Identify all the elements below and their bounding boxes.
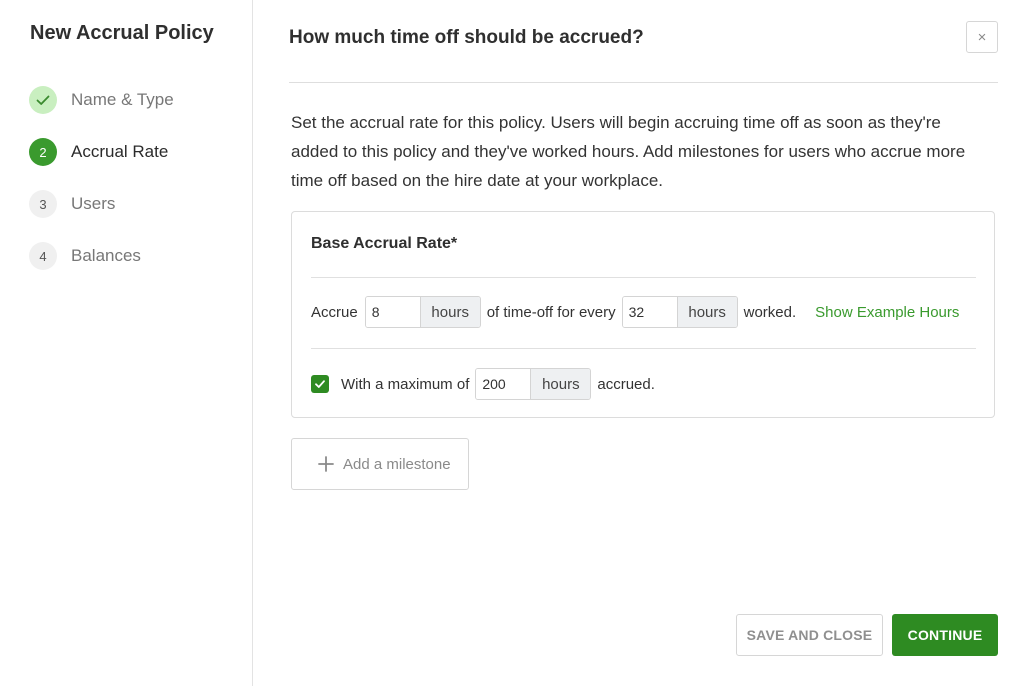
sidebar-title: New Accrual Policy	[30, 22, 214, 44]
step-number: 2	[29, 138, 57, 166]
step-label: Balances	[71, 246, 141, 265]
divider	[289, 82, 998, 83]
step-label: Users	[71, 194, 116, 213]
accrue-amount-unit: hours	[419, 297, 480, 327]
add-milestone-button[interactable]: Add a milestone	[291, 438, 469, 490]
continue-button[interactable]: CONTINUE	[892, 614, 998, 656]
divider	[311, 348, 976, 349]
plus-icon	[318, 456, 334, 472]
page-title: How much time off should be accrued?	[289, 27, 644, 48]
show-example-hours-link[interactable]: Show Example Hours	[815, 304, 959, 321]
checkmark-icon	[315, 380, 325, 388]
step-label: Name & Type	[71, 90, 174, 109]
step-label: Accrual Rate	[71, 142, 169, 161]
step-users[interactable]: 3 Users	[29, 190, 115, 218]
step-accrual-rate[interactable]: 2 Accrual Rate	[29, 138, 168, 166]
step-number: 4	[29, 242, 57, 270]
maximum-unit: hours	[530, 369, 591, 399]
close-button[interactable]: ×	[966, 21, 998, 53]
accrue-amount-group: hours	[364, 296, 481, 328]
worked-label: worked.	[743, 303, 797, 321]
maximum-label: With a maximum of	[341, 375, 470, 393]
step-check-icon	[29, 86, 57, 114]
maximum-checkbox[interactable]	[311, 375, 329, 393]
base-accrual-card: Base Accrual Rate* Accrue hours of time-…	[291, 211, 995, 418]
divider	[311, 277, 976, 278]
close-icon: ×	[977, 28, 987, 46]
accrued-label: accrued.	[597, 375, 655, 393]
accrue-period-group: hours	[621, 296, 738, 328]
intro-text: Set the accrual rate for this policy. Us…	[291, 113, 966, 190]
main-panel: How much time off should be accrued? × S…	[289, 0, 998, 686]
maximum-group: hours	[475, 368, 592, 400]
step-balances[interactable]: 4 Balances	[29, 242, 141, 270]
step-number: 3	[29, 190, 57, 218]
maximum-row: With a maximum of hours accrued.	[311, 368, 655, 400]
sidebar: New Accrual Policy Name & Type 2 Accrual…	[0, 0, 253, 686]
step-name-type[interactable]: Name & Type	[29, 86, 174, 114]
accrual-rate-row: Accrue hours of time-off for every hours…	[311, 296, 959, 328]
accrue-period-unit: hours	[676, 297, 737, 327]
time-off-every-label: of time-off for every	[486, 303, 616, 321]
accrue-period-input[interactable]	[622, 297, 677, 327]
accrue-amount-input[interactable]	[365, 297, 420, 327]
accrue-label: Accrue	[311, 303, 358, 321]
save-and-close-button[interactable]: SAVE AND CLOSE	[736, 614, 883, 656]
maximum-input[interactable]	[476, 369, 531, 399]
card-title: Base Accrual Rate*	[311, 235, 458, 252]
add-milestone-label: Add a milestone	[343, 455, 451, 473]
